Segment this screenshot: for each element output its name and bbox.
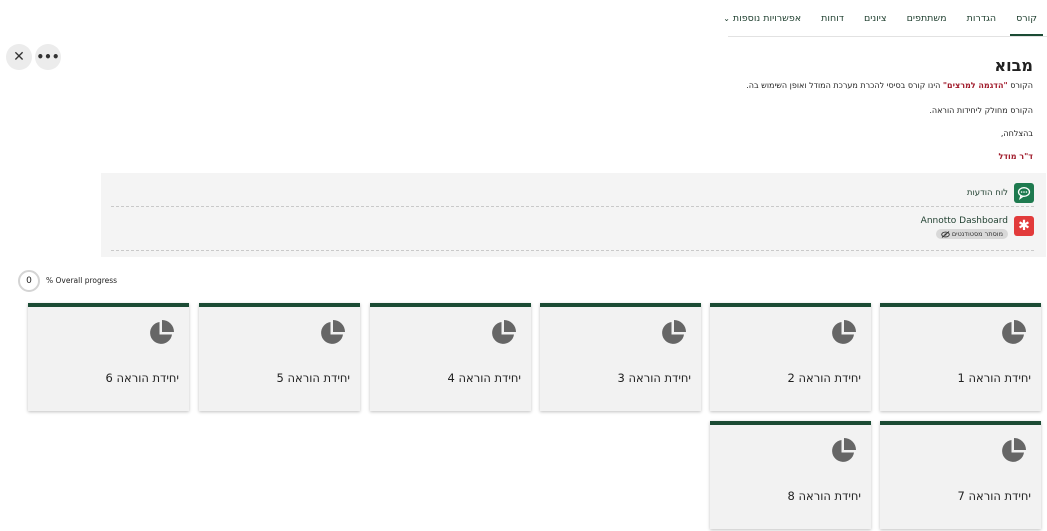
tab-grades[interactable]: ציונים [862,0,889,36]
tab-more-label: אפשרויות נוספות [732,12,802,24]
unit-tile-6[interactable]: יחידת הוראה 6 [28,303,189,411]
tab-reports-label: דוחות [821,12,844,24]
activity-list: לוח הודעות ✱ Annotto Dashboard מוסתר מסט… [101,173,1046,257]
forum-icon [1014,182,1034,203]
close-icon: ✕ [13,49,25,65]
close-button[interactable]: ✕ [6,44,32,70]
pie-chart-icon [832,438,856,462]
intro-line-2: הקורס מחולק ליחידות הוראה. [929,106,1033,115]
unit-tile-7[interactable]: יחידת הוראה 7 [880,421,1041,529]
unit-tile-2[interactable]: יחידת הוראה 2 [710,303,871,411]
tab-participants[interactable]: משתתפים [905,0,949,36]
chevron-down-icon: ⌄ [723,13,730,23]
progress-ring: 0 [18,270,40,292]
pie-chart-icon [662,320,686,344]
unit-name: יחידת הוראה 1 [957,371,1031,385]
tab-reports[interactable]: דוחות [819,0,846,36]
lti-icon: ✱ [1014,216,1034,236]
course-nav: קורס הגדרות משתתפים ציונים דוחות אפשרויו… [721,0,1043,36]
activity-lti-texts: Annotto Dashboard מוסתר מסטודנטים [921,216,1008,239]
progress-label: % Overall progress [46,276,118,285]
hidden-badge-label: מוסתר מסטודנטים [951,230,1003,238]
ellipsis-icon: ••• [36,50,60,64]
nav-divider [728,36,1047,37]
tab-course[interactable]: קורס [1010,0,1043,36]
unit-tile-8[interactable]: יחידת הוראה 8 [710,421,871,529]
progress-value: 0 [26,276,32,286]
course-name-highlight: "הדגמה למרצים" [942,81,1008,90]
tab-participants-label: משתתפים [906,12,947,24]
activity-lti-link[interactable]: Annotto Dashboard [921,216,1008,226]
unit-tile-3[interactable]: יחידת הוראה 3 [540,303,701,411]
more-actions-button[interactable]: ••• [35,44,61,70]
unit-name: יחידת הוראה 7 [957,489,1031,503]
tab-settings[interactable]: הגדרות [965,0,999,36]
intro-line-3: בהצלחה, [1000,129,1033,138]
course-page: קורס הגדרות משתתפים ציונים דוחות אפשרויו… [0,0,1047,531]
unit-name: יחידת הוראה 8 [787,489,861,503]
unit-tile-5[interactable]: יחידת הוראה 5 [199,303,360,411]
pie-chart-icon [832,320,856,344]
unit-name: יחידת הוראה 4 [447,371,521,385]
activity-lti[interactable]: ✱ Annotto Dashboard מוסתר מסטודנטים [111,213,1034,251]
unit-tile-4[interactable]: יחידת הוראה 4 [370,303,531,411]
tab-grades-label: ציונים [863,12,887,24]
intro-text-post: הינו קורס בסיסי להכרת מערכת המודל ואופן … [746,81,943,90]
unit-name: יחידת הוראה 6 [105,371,179,385]
pie-chart-icon [1002,438,1026,462]
tab-settings-label: הגדרות [966,12,997,24]
signature: ד"ר מודל [998,152,1033,161]
unit-name: יחידת הוראה 2 [787,371,861,385]
activity-forum[interactable]: לוח הודעות [111,179,1034,207]
hidden-badge: מוסתר מסטודנטים [935,229,1008,239]
tab-course-label: קורס [1016,12,1037,24]
section-title: מבוא [994,56,1033,75]
pie-chart-icon [321,320,345,344]
unit-name: יחידת הוראה 5 [276,371,350,385]
unit-tile-1[interactable]: יחידת הוראה 1 [880,303,1041,411]
activity-forum-link[interactable]: לוח הודעות [967,188,1008,198]
pie-chart-icon [492,320,516,344]
unit-name: יחידת הוראה 3 [617,371,691,385]
intro-line-1: הקורס "הדגמה למרצים" הינו קורס בסיסי להכ… [746,81,1033,90]
intro-text-pre: הקורס [1007,81,1033,90]
pie-chart-icon [150,320,174,344]
eye-slash-icon [941,230,950,238]
pie-chart-icon [1002,320,1026,344]
tab-more-options[interactable]: אפשרויות נוספות ⌄ [721,0,803,36]
